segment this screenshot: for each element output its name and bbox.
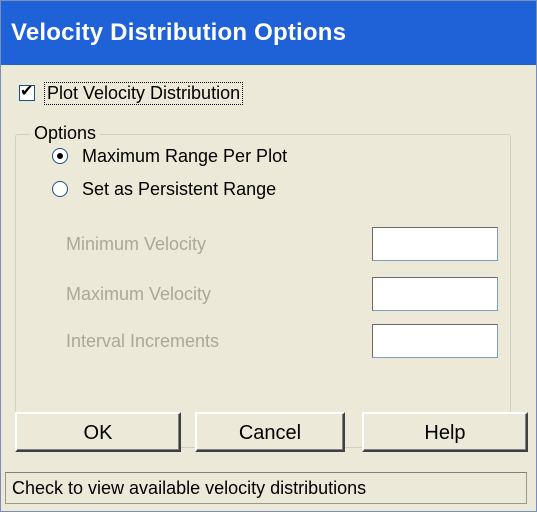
maximum-velocity-label: Maximum Velocity	[66, 284, 212, 304]
options-legend: Options	[30, 123, 101, 144]
minimum-velocity-label: Minimum Velocity	[66, 234, 207, 254]
radio-label-persistent-range[interactable]: Set as Persistent Range	[82, 179, 276, 200]
checkbox-box[interactable]: ✔	[19, 83, 35, 101]
ok-button[interactable]: OK	[15, 412, 181, 452]
status-bar: Check to view available velocity distrib…	[5, 472, 527, 504]
interval-increments-label: Interval Increments	[66, 331, 220, 351]
minimum-velocity-input[interactable]	[372, 227, 498, 261]
radio-selected-dot	[57, 153, 63, 159]
radio-button-unselected[interactable]	[52, 181, 68, 197]
radio-button-selected[interactable]	[52, 148, 68, 164]
maximum-velocity-input[interactable]	[372, 277, 498, 311]
dialog-body: ✔ Plot Velocity Distribution Options Max…	[1, 65, 536, 511]
title-bar[interactable]: Velocity Distribution Options	[1, 1, 536, 65]
cancel-button[interactable]: Cancel	[195, 412, 345, 452]
plot-velocity-checkbox[interactable]: ✔ Plot Velocity Distribution	[19, 79, 244, 107]
interval-increments-input[interactable]	[372, 324, 498, 358]
dialog-window: Velocity Distribution Options ✔ Plot Vel…	[0, 0, 537, 512]
options-groupbox: Options Maximum Range Per Plot Set as Pe…	[15, 123, 511, 448]
window-title: Velocity Distribution Options	[11, 19, 347, 46]
status-text: Check to view available velocity distrib…	[12, 478, 367, 498]
help-button[interactable]: Help	[362, 412, 528, 452]
plot-velocity-label[interactable]: Plot Velocity Distribution	[43, 81, 244, 105]
radio-maximum-range-per-plot[interactable]: Maximum Range Per Plot	[52, 143, 287, 169]
radio-set-persistent-range[interactable]: Set as Persistent Range	[52, 176, 276, 202]
checkmark-icon: ✔	[20, 83, 34, 100]
radio-label-maximum-range[interactable]: Maximum Range Per Plot	[82, 146, 287, 167]
